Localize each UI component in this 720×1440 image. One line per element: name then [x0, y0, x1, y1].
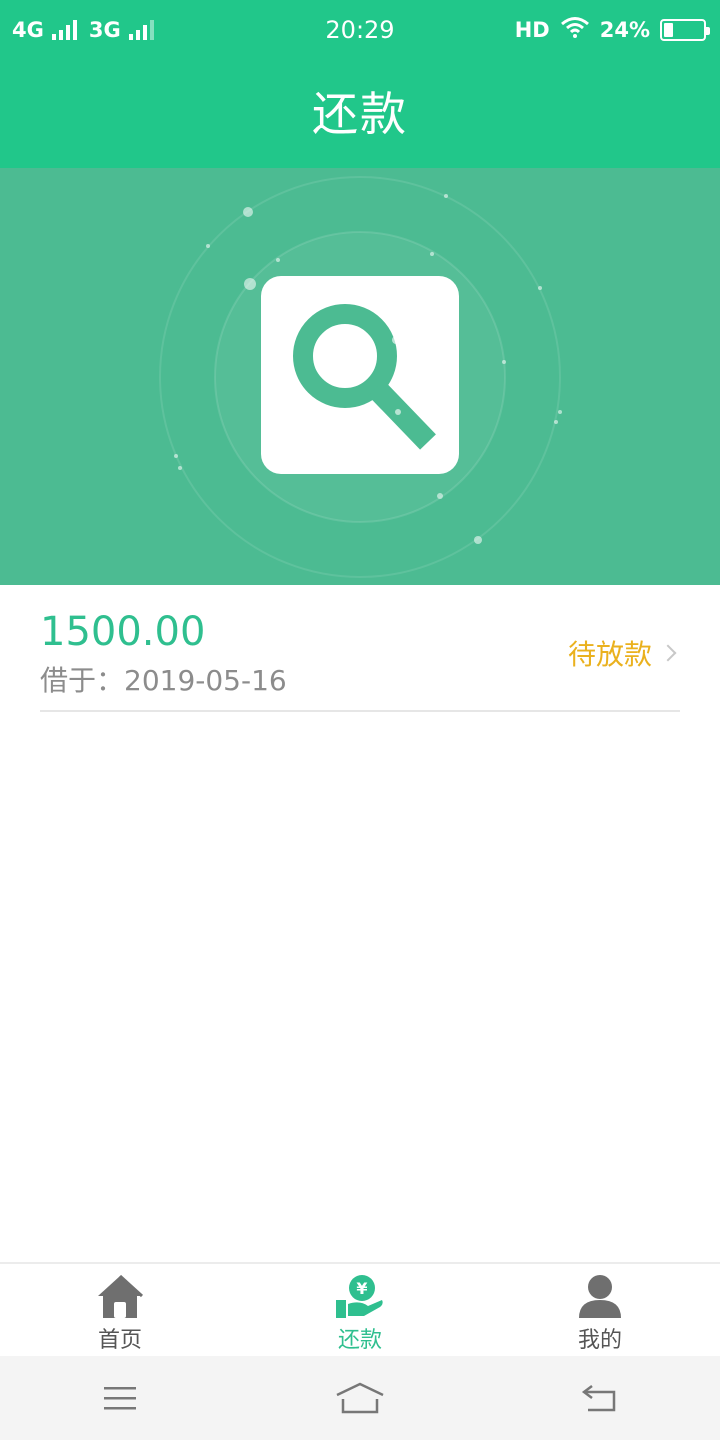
search-card [261, 276, 459, 474]
battery-icon [660, 18, 710, 41]
loan-amount: 1500.00 [40, 609, 206, 655]
tab-home-label: 首页 [97, 1328, 142, 1353]
chevron-right-icon [659, 644, 677, 662]
header-bar: 4G 3G 20:29 HD 24% 还款 [0, 0, 720, 168]
loan-status-label: 待放款 [567, 638, 652, 671]
menu-button[interactable] [80, 1368, 160, 1428]
repay-icon: ¥ [336, 1275, 383, 1318]
app-screen: 4G 3G 20:29 HD 24% 还款 1500.00 借于：2019-05… [0, 0, 720, 1440]
battery-percent: 24% [599, 17, 650, 42]
system-nav-bar [0, 1356, 720, 1440]
loan-record[interactable]: 1500.00 借于：2019-05-16 待放款 [40, 585, 680, 712]
bottom-tab-bar: 首页 ¥ 还款 我的 [0, 1262, 720, 1356]
svg-text:¥: ¥ [356, 1279, 367, 1298]
home-nav-button[interactable] [320, 1368, 400, 1428]
back-icon [581, 1385, 616, 1412]
home-outline-icon [336, 1382, 384, 1414]
tab-home[interactable]: 首页 [0, 1264, 240, 1356]
back-button[interactable] [560, 1368, 640, 1428]
page-title: 还款 [312, 87, 408, 141]
loan-status[interactable]: 待放款 [568, 633, 680, 673]
tab-repay[interactable]: ¥ 还款 [240, 1264, 480, 1356]
hero-graphic [159, 176, 562, 578]
borrow-date: 借于：2019-05-16 [40, 664, 287, 697]
hd-label: HD [514, 17, 550, 42]
profile-icon [579, 1275, 621, 1318]
tab-repay-label: 还款 [337, 1328, 382, 1353]
wifi-icon [560, 16, 590, 43]
home-icon [98, 1274, 144, 1318]
tab-profile-label: 我的 [577, 1328, 622, 1353]
menu-icon [104, 1387, 136, 1410]
status-bar: 4G 3G 20:29 HD 24% [0, 0, 720, 60]
hero-banner [0, 168, 720, 585]
tab-profile[interactable]: 我的 [480, 1264, 720, 1356]
